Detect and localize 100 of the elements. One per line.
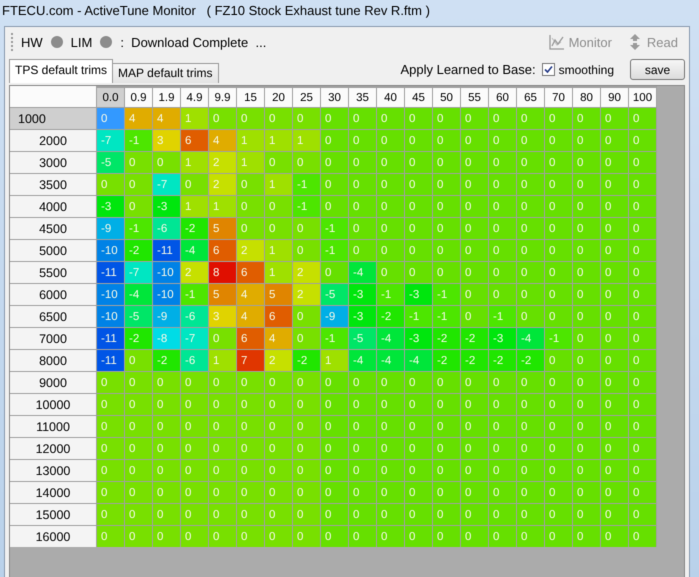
row-header[interactable]: 4000 <box>10 196 96 217</box>
row-header[interactable]: 9000 <box>10 372 96 393</box>
table-cell: 0 <box>321 504 348 525</box>
column-header[interactable]: 50 <box>433 88 460 107</box>
table-cell: 0 <box>209 482 236 503</box>
table-cell: 0 <box>153 394 180 415</box>
row-header[interactable]: 3500 <box>10 174 96 195</box>
row-header[interactable]: 10000 <box>10 394 96 415</box>
table-cell: 0 <box>601 174 628 195</box>
table-cell: 0 <box>97 526 124 547</box>
table-cell: 0 <box>573 196 600 217</box>
row-header[interactable]: 13000 <box>10 460 96 481</box>
table-cell: 0 <box>433 240 460 261</box>
table-cell: 0 <box>405 196 432 217</box>
row-header[interactable]: 5000 <box>10 240 96 261</box>
row-header[interactable]: 15000 <box>10 504 96 525</box>
table-cell: 0 <box>265 372 292 393</box>
table-cell: 0 <box>237 394 264 415</box>
row-header[interactable]: 2000 <box>10 130 96 151</box>
table-cell: 0 <box>433 372 460 393</box>
column-header[interactable]: 35 <box>349 88 376 107</box>
table-cell: 0 <box>517 526 544 547</box>
table-cell: -3 <box>489 328 516 349</box>
table-cell: -1 <box>545 328 572 349</box>
table-cell: 2 <box>265 350 292 371</box>
column-header[interactable]: 30 <box>321 88 348 107</box>
row-header[interactable]: 11000 <box>10 416 96 437</box>
row-header[interactable]: 6000 <box>10 284 96 305</box>
table-cell: 0 <box>293 438 320 459</box>
table-cell: 0 <box>181 372 208 393</box>
column-header[interactable]: 9.9 <box>209 88 236 107</box>
table-cell: 0 <box>461 306 488 327</box>
table-cell: -2 <box>125 328 152 349</box>
table-cell: 0 <box>125 372 152 393</box>
table-cell: 0 <box>377 526 404 547</box>
table-cell: 0 <box>461 504 488 525</box>
table-cell: 0 <box>97 482 124 503</box>
column-header[interactable]: 1.9 <box>153 88 180 107</box>
table-cell: 0 <box>601 218 628 239</box>
table-cell: 0 <box>517 504 544 525</box>
smoothing-checkbox[interactable]: smoothing <box>542 62 614 76</box>
table-cell: -3 <box>349 306 376 327</box>
column-header[interactable]: 45 <box>405 88 432 107</box>
table-cell: -10 <box>153 284 180 305</box>
row-header[interactable]: 7000 <box>10 328 96 349</box>
table-cell: -2 <box>433 350 460 371</box>
column-header[interactable]: 0.9 <box>125 88 152 107</box>
table-cell: -5 <box>125 306 152 327</box>
table-cell: 0 <box>573 394 600 415</box>
checkmark-icon <box>544 65 553 74</box>
row-header[interactable]: 4500 <box>10 218 96 239</box>
table-cell: 0 <box>209 416 236 437</box>
row-header[interactable]: 8000 <box>10 350 96 371</box>
table-cell: 0 <box>181 438 208 459</box>
table-cell: 2 <box>181 262 208 283</box>
column-header[interactable]: 15 <box>237 88 264 107</box>
column-header[interactable]: 90 <box>601 88 628 107</box>
column-header[interactable]: 4.9 <box>181 88 208 107</box>
table-cell: 0 <box>629 416 656 437</box>
table-cell: -1 <box>405 306 432 327</box>
column-header[interactable]: 20 <box>265 88 292 107</box>
table-cell: -2 <box>293 350 320 371</box>
table-cell: 0 <box>601 152 628 173</box>
table-cell: -1 <box>377 284 404 305</box>
column-header[interactable]: 80 <box>573 88 600 107</box>
table-cell: 0 <box>573 460 600 481</box>
row-header[interactable]: 5500 <box>10 262 96 283</box>
table-cell: 0 <box>489 262 516 283</box>
row-header[interactable]: 1000 <box>10 108 96 129</box>
row-header[interactable]: 14000 <box>10 482 96 503</box>
table-cell: 0 <box>377 504 404 525</box>
row-header[interactable]: 6500 <box>10 306 96 327</box>
table-cell: 3 <box>153 130 180 151</box>
table-cell: -5 <box>97 152 124 173</box>
table-cell: 0 <box>461 372 488 393</box>
table-cell: 0 <box>629 174 656 195</box>
table-cell: 0 <box>405 174 432 195</box>
table-cell: 0 <box>377 240 404 261</box>
table-cell: 0 <box>461 394 488 415</box>
table-cell: -11 <box>97 262 124 283</box>
table-cell: 0 <box>377 108 404 129</box>
table-cell: 0 <box>433 130 460 151</box>
column-header[interactable]: 70 <box>545 88 572 107</box>
column-header[interactable]: 55 <box>461 88 488 107</box>
column-header[interactable]: 60 <box>489 88 516 107</box>
tab[interactable]: TPS default trims <box>9 59 114 83</box>
column-header[interactable]: 0.0 <box>97 88 124 107</box>
column-header[interactable]: 40 <box>377 88 404 107</box>
table-cell: 0 <box>209 328 236 349</box>
save-button[interactable]: save <box>630 59 685 80</box>
table-cell: 0 <box>461 108 488 129</box>
column-header[interactable]: 25 <box>293 88 320 107</box>
row-header[interactable]: 16000 <box>10 526 96 547</box>
row-header[interactable]: 12000 <box>10 438 96 459</box>
column-header[interactable]: 100 <box>629 88 656 107</box>
tab[interactable]: MAP default trims <box>112 63 219 83</box>
column-header[interactable]: 65 <box>517 88 544 107</box>
table-cell: -7 <box>125 262 152 283</box>
table-cell: 0 <box>209 372 236 393</box>
row-header[interactable]: 3000 <box>10 152 96 173</box>
